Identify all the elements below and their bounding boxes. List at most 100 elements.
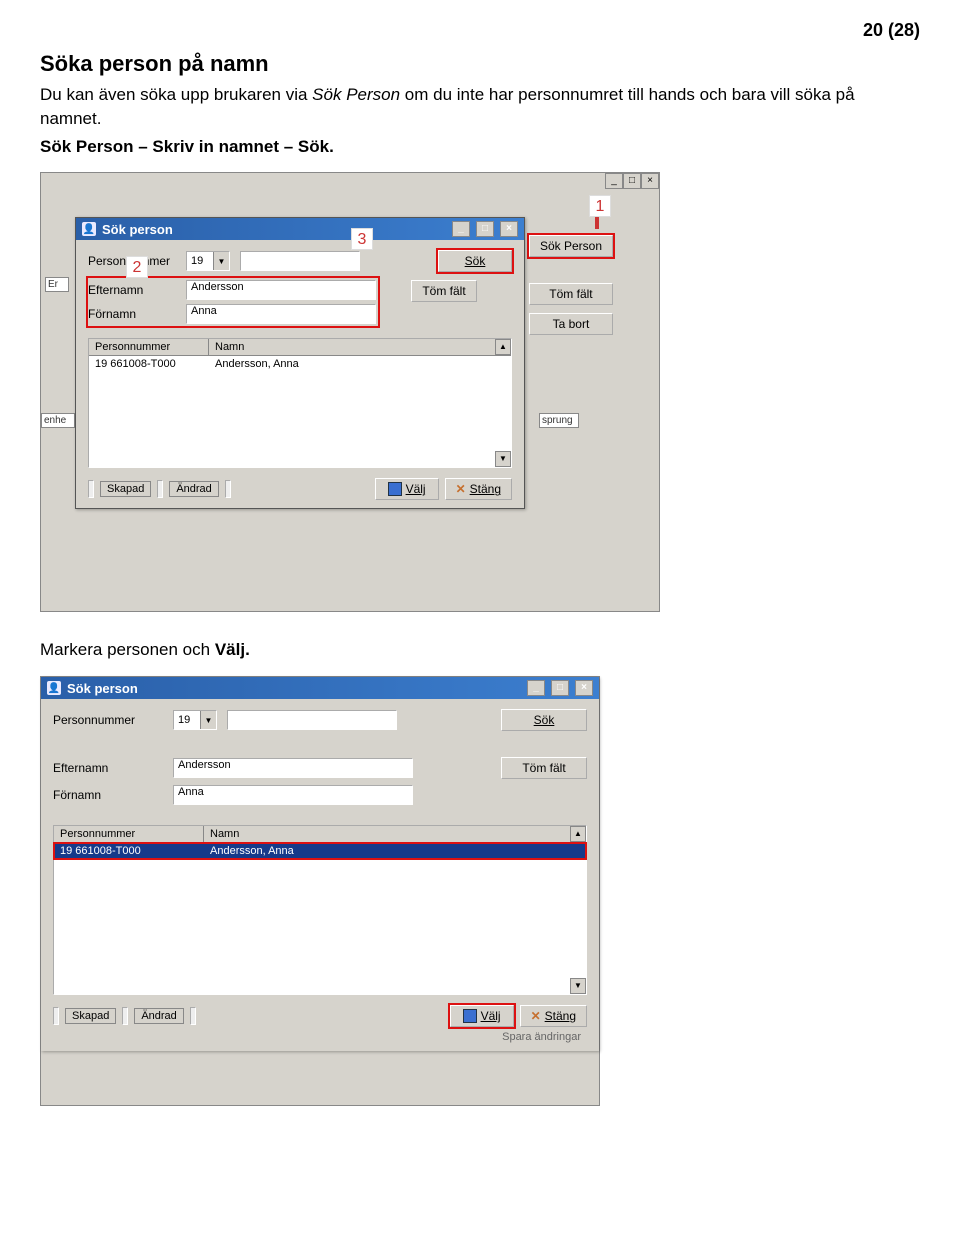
cell-namn: Andersson, Anna [204, 843, 586, 859]
col-namn[interactable]: Namn [204, 826, 586, 842]
side-button-group: Sök Person Töm fält Ta bort [529, 235, 613, 335]
close-icon[interactable]: × [575, 680, 593, 696]
sok-button[interactable]: Sök [438, 250, 512, 272]
close-x-icon: ✕ [531, 1009, 541, 1023]
screenshot-1: _ □ × 1 Er enhe sprung Sök Person Töm fä… [40, 172, 660, 612]
bg-fragment: enhe [41, 413, 75, 428]
text-italic: Sök Person [312, 85, 400, 104]
minimize-icon[interactable]: _ [605, 173, 623, 189]
results-header: Personnummer Namn [89, 339, 511, 356]
stang-button[interactable]: ✕ Stäng [445, 478, 512, 500]
maximize-icon[interactable]: □ [476, 221, 494, 237]
century-select[interactable]: 19 ▼ [173, 710, 217, 730]
efternamn-input[interactable]: Andersson [186, 280, 376, 300]
fornamn-label: Förnamn [88, 307, 176, 321]
bottom-strip: Spara ändringar [53, 1027, 587, 1043]
sok-button-label: Sök [534, 713, 555, 727]
fornamn-row: Förnamn Anna [53, 785, 587, 805]
text: Markera personen och [40, 640, 215, 659]
maximize-icon[interactable]: □ [551, 680, 569, 696]
annotation-number-2: 2 [126, 256, 148, 278]
selected-row-highlight: 19 661008-T000 Andersson, Anna [54, 843, 586, 859]
stang-button[interactable]: ✕ Stäng [520, 1005, 587, 1027]
table-row[interactable]: 19 661008-T000 Andersson, Anna [54, 843, 586, 859]
close-x-icon: ✕ [456, 482, 466, 496]
skapad-label: Skapad [65, 1008, 116, 1024]
century-select[interactable]: 19 ▼ [186, 251, 230, 271]
caption-2: Markera personen och Välj. [40, 638, 920, 662]
cell-pnr: 19 661008-T000 [54, 843, 204, 859]
outer-window-controls: _ □ × [605, 173, 659, 189]
scroll-down-icon[interactable]: ▼ [495, 451, 511, 467]
save-icon [388, 482, 402, 496]
personnummer-input[interactable] [240, 251, 360, 271]
chevron-down-icon[interactable]: ▼ [200, 711, 216, 729]
tom-falt-button[interactable]: Töm fält [529, 283, 613, 305]
body-paragraph-2: Sök Person – Skriv in namnet – Sök. [40, 135, 920, 159]
dialog-titlebar: 👤 Sök person _ □ × [41, 677, 599, 699]
text-bold: Välj. [215, 640, 250, 659]
sok-button[interactable]: Sök [501, 709, 587, 731]
person-icon: 👤 [82, 222, 96, 236]
person-icon: 👤 [47, 681, 61, 695]
stang-label: Stäng [545, 1009, 576, 1023]
cell-pnr: 19 661008-T000 [89, 356, 209, 372]
valj-button[interactable]: Välj [375, 478, 439, 500]
personnummer-row: Personnummer 19 ▼ Sök [88, 250, 512, 272]
annotation-number-3: 3 [351, 228, 373, 250]
efternamn-label: Efternamn [88, 283, 176, 297]
screenshot-2: 👤 Sök person _ □ × Personnummer 19 ▼ Sök… [40, 676, 600, 1106]
footer-box [122, 1007, 128, 1025]
close-icon[interactable]: × [641, 173, 659, 189]
dialog-footer: Skapad Ändrad Välj ✕ Stäng [53, 1005, 587, 1027]
table-row[interactable]: 19 661008-T000 Andersson, Anna [89, 356, 511, 372]
col-namn[interactable]: Namn [209, 339, 511, 355]
name-fields-group: Efternamn Andersson Förnamn Anna [88, 278, 378, 326]
scroll-up-icon[interactable]: ▲ [570, 826, 586, 842]
text-bold: Sök Person – Skriv in namnet – Sök. [40, 137, 334, 156]
results-header: Personnummer Namn [54, 826, 586, 843]
dialog-body: 3 2 Personnummer 19 ▼ Sök Efternamn Ande… [76, 240, 524, 508]
body-paragraph-1: Du kan även söka upp brukaren via Sök Pe… [40, 83, 920, 131]
fornamn-input[interactable]: Anna [173, 785, 413, 805]
maximize-icon[interactable]: □ [623, 173, 641, 189]
andrad-label: Ändrad [134, 1008, 183, 1024]
tom-falt-button[interactable]: Töm fält [501, 757, 587, 779]
valj-button[interactable]: Välj [450, 1005, 514, 1027]
minimize-icon[interactable]: _ [452, 221, 470, 237]
sok-person-dialog: 👤 Sök person _ □ × 3 2 Personnummer 19 ▼… [75, 217, 525, 509]
century-value: 19 [174, 714, 200, 726]
footer-box [53, 1007, 59, 1025]
dialog-title: Sök person [102, 222, 173, 237]
save-icon [463, 1009, 477, 1023]
results-table[interactable]: Personnummer Namn 19 661008-T000 Anderss… [88, 338, 512, 468]
sok-person-dialog: 👤 Sök person _ □ × Personnummer 19 ▼ Sök… [41, 677, 599, 1051]
footer-box [225, 480, 231, 498]
scroll-down-icon[interactable]: ▼ [570, 978, 586, 994]
dialog-titlebar: 👤 Sök person _ □ × [76, 218, 524, 240]
close-icon[interactable]: × [500, 221, 518, 237]
chevron-down-icon[interactable]: ▼ [213, 252, 229, 270]
personnummer-label: Personnummer [53, 713, 163, 727]
footer-box [88, 480, 94, 498]
scroll-up-icon[interactable]: ▲ [495, 339, 511, 355]
sok-button-label: Sök [465, 254, 486, 268]
efternamn-input[interactable]: Andersson [173, 758, 413, 778]
annotation-number-1: 1 [589, 195, 611, 217]
dialog-footer: Skapad Ändrad Välj ✕ Stäng [88, 478, 512, 500]
col-personnummer[interactable]: Personnummer [54, 826, 204, 842]
sok-person-button[interactable]: Sök Person [529, 235, 613, 257]
efternamn-label: Efternamn [53, 761, 163, 775]
valj-label: Välj [481, 1009, 501, 1023]
tom-falt-button[interactable]: Töm fält [411, 280, 476, 302]
bg-fragment: Er [45, 277, 69, 292]
andrad-label: Ändrad [169, 481, 218, 497]
footer-box [190, 1007, 196, 1025]
fornamn-input[interactable]: Anna [186, 304, 376, 324]
minimize-icon[interactable]: _ [527, 680, 545, 696]
results-table[interactable]: Personnummer Namn 19 661008-T000 Anderss… [53, 825, 587, 995]
cell-namn: Andersson, Anna [209, 356, 511, 372]
personnummer-input[interactable] [227, 710, 397, 730]
ta-bort-button[interactable]: Ta bort [529, 313, 613, 335]
col-personnummer[interactable]: Personnummer [89, 339, 209, 355]
